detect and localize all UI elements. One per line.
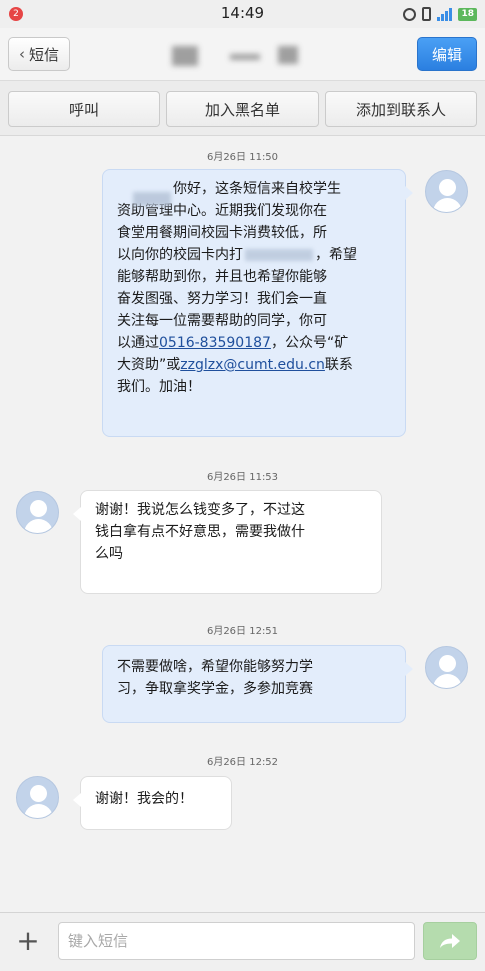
avatar-icon	[16, 776, 59, 819]
battery-icon: 18	[458, 7, 477, 21]
message-bubble-incoming[interactable]: 谢谢！我会的！	[73, 776, 232, 830]
edit-button[interactable]: 编辑	[417, 37, 477, 71]
message-line: 以向你的校园卡内打 ，希望	[117, 247, 357, 263]
avatar-icon	[16, 491, 59, 534]
message-line: 大资助”或zzglzx@cumt.edu.cn联系	[117, 357, 353, 373]
status-bar: 2 14:49 18	[0, 0, 485, 28]
message-line: 不需要做啥，希望你能够努力学	[117, 659, 313, 675]
send-button[interactable]	[423, 922, 477, 960]
add-to-contacts-button[interactable]: 添加到联系人	[325, 91, 477, 127]
action-bar: 呼叫 加入黑名单 添加到联系人	[0, 80, 485, 136]
back-button[interactable]: ‹ 短信	[8, 37, 70, 71]
message-line: 习，争取拿奖学金，多参加竞赛	[117, 681, 313, 697]
redacted-amount	[245, 249, 313, 261]
message-timestamp: 6月26日 12:52	[206, 757, 279, 768]
message-bubble-outgoing[interactable]: 你好，这条短信来自校学生 资助管理中心。近期我们发现你在 食堂用餐期间校园卡消费…	[102, 169, 413, 437]
message-timestamp: 6月26日 11:53	[206, 472, 279, 483]
send-icon	[440, 934, 460, 948]
email-link[interactable]: zzglzx@cumt.edu.cn	[180, 357, 325, 373]
signal-icon	[437, 7, 453, 21]
back-button-label: 短信	[28, 45, 59, 64]
call-button[interactable]: 呼叫	[8, 91, 160, 127]
message-line: 么吗	[95, 546, 123, 562]
message-line: 能够帮助到你，并且也希望你能够	[117, 269, 327, 285]
add-to-blacklist-button[interactable]: 加入黑名单	[166, 91, 319, 127]
avatar-icon	[425, 646, 468, 689]
phone-link[interactable]: 0516-83590187	[159, 335, 271, 351]
message-line: 以通过0516-83590187，公众号“矿	[117, 335, 349, 351]
message-input[interactable]	[58, 922, 415, 960]
composer-bar: +	[0, 912, 485, 971]
message-line: 谢谢！我会的！	[95, 791, 193, 807]
vibrate-icon	[422, 7, 432, 21]
alarm-icon	[403, 7, 417, 21]
add-attachment-icon[interactable]: +	[12, 926, 44, 958]
message-bubble-outgoing[interactable]: 不需要做啥，希望你能够努力学 习，争取拿奖学金，多参加竞赛	[102, 645, 413, 723]
message-line: 关注每一位需要帮助的同学，你可	[117, 313, 327, 329]
chevron-left-icon: ‹	[18, 45, 25, 63]
conversation-header: ‹ 短信 编辑	[0, 28, 485, 80]
message-bubble-incoming[interactable]: 谢谢！我说怎么钱变多了，不过这 钱白拿有点不好意思，需要我做什 么吗	[73, 490, 382, 594]
message-line: 我们。加油！	[117, 379, 201, 395]
message-list[interactable]: 6月26日 11:50 你好，这条短信来自校学生 资助管理中心。近期我们发现你在…	[0, 136, 485, 912]
status-icons: 18	[403, 6, 477, 22]
message-line: 食堂用餐期间校园卡消费较低，所	[117, 225, 327, 241]
message-line: 谢谢！我说怎么钱变多了，不过这	[95, 502, 305, 518]
message-line: 奋发图强、努力学习！我们会一直	[117, 291, 327, 307]
contact-name-redacted	[150, 40, 340, 68]
message-timestamp: 6月26日 11:50	[206, 152, 279, 163]
message-timestamp: 6月26日 12:51	[206, 626, 279, 637]
avatar-icon	[425, 170, 468, 213]
message-line: 钱白拿有点不好意思，需要我做什	[95, 524, 305, 540]
